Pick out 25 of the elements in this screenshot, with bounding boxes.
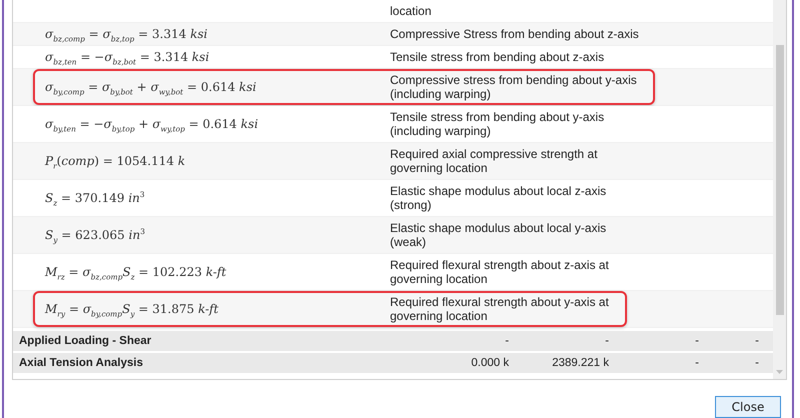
description: Required flexural strength about z-axis at governing location [390,258,609,286]
formula: σ$_{bz,ten}$ = −σ$_{bz,bot}$ = 3.314 ksi [45,50,210,64]
section-header[interactable]: Axial Tension Analysis 0.000 k 2389.221 k - - [13,353,773,375]
description: Elastic shape modulus about local z-axis (strong) [390,184,606,212]
description: Required flexural strength about y-axis at governing location [390,295,609,323]
description: Elastic shape modulus about local y-axis (weak) [390,221,606,249]
formula: S$_{z}$ = 370.149 in$^{3}$ [45,191,145,205]
formula: σ$_{bz,comp}$ = σ$_{bz,top}$ = 3.314 ksi [45,27,208,41]
description: Tensile stress from bending about y-axis (including warping) [390,110,604,138]
formula: S$_{y}$ = 623.065 in$^{3}$ [45,228,145,242]
description: Tensile stress from bending about z-axis [390,50,604,64]
description: Compressive stress from bending about y-axis (including warping) [390,73,637,101]
formula: P$_{r}$(comp) = 1054.114 k [45,154,186,168]
formula: M$_{ry}$ = σ$_{by,comp}$S$_{y}$ = 31.875 k-ft [45,302,218,316]
scrollbar[interactable] [773,0,786,379]
close-button[interactable]: Close [715,396,781,418]
description: Compressive Stress from bending about z-axis [390,27,639,41]
formula: M$_{rz}$ = σ$_{bz,comp}$S$_{z}$ = 102.223 k-ft [45,265,226,279]
scrollbar-thumb[interactable] [776,45,784,315]
section-header[interactable]: Applied Loading - Shear - - - - [13,331,773,353]
formula: σ$_{by,ten}$ = −σ$_{by,top}$ + σ$_{wy,top}$ = 0.614 ksi [45,117,258,131]
description: location [390,4,432,18]
description: Required axial compressive strength at governing location [390,147,598,175]
formula: σ$_{by,comp}$ = σ$_{by,bot}$ + σ$_{wy,bot}$ = 0.614 ksi [45,80,256,94]
scroll-down-icon[interactable] [776,370,783,374]
